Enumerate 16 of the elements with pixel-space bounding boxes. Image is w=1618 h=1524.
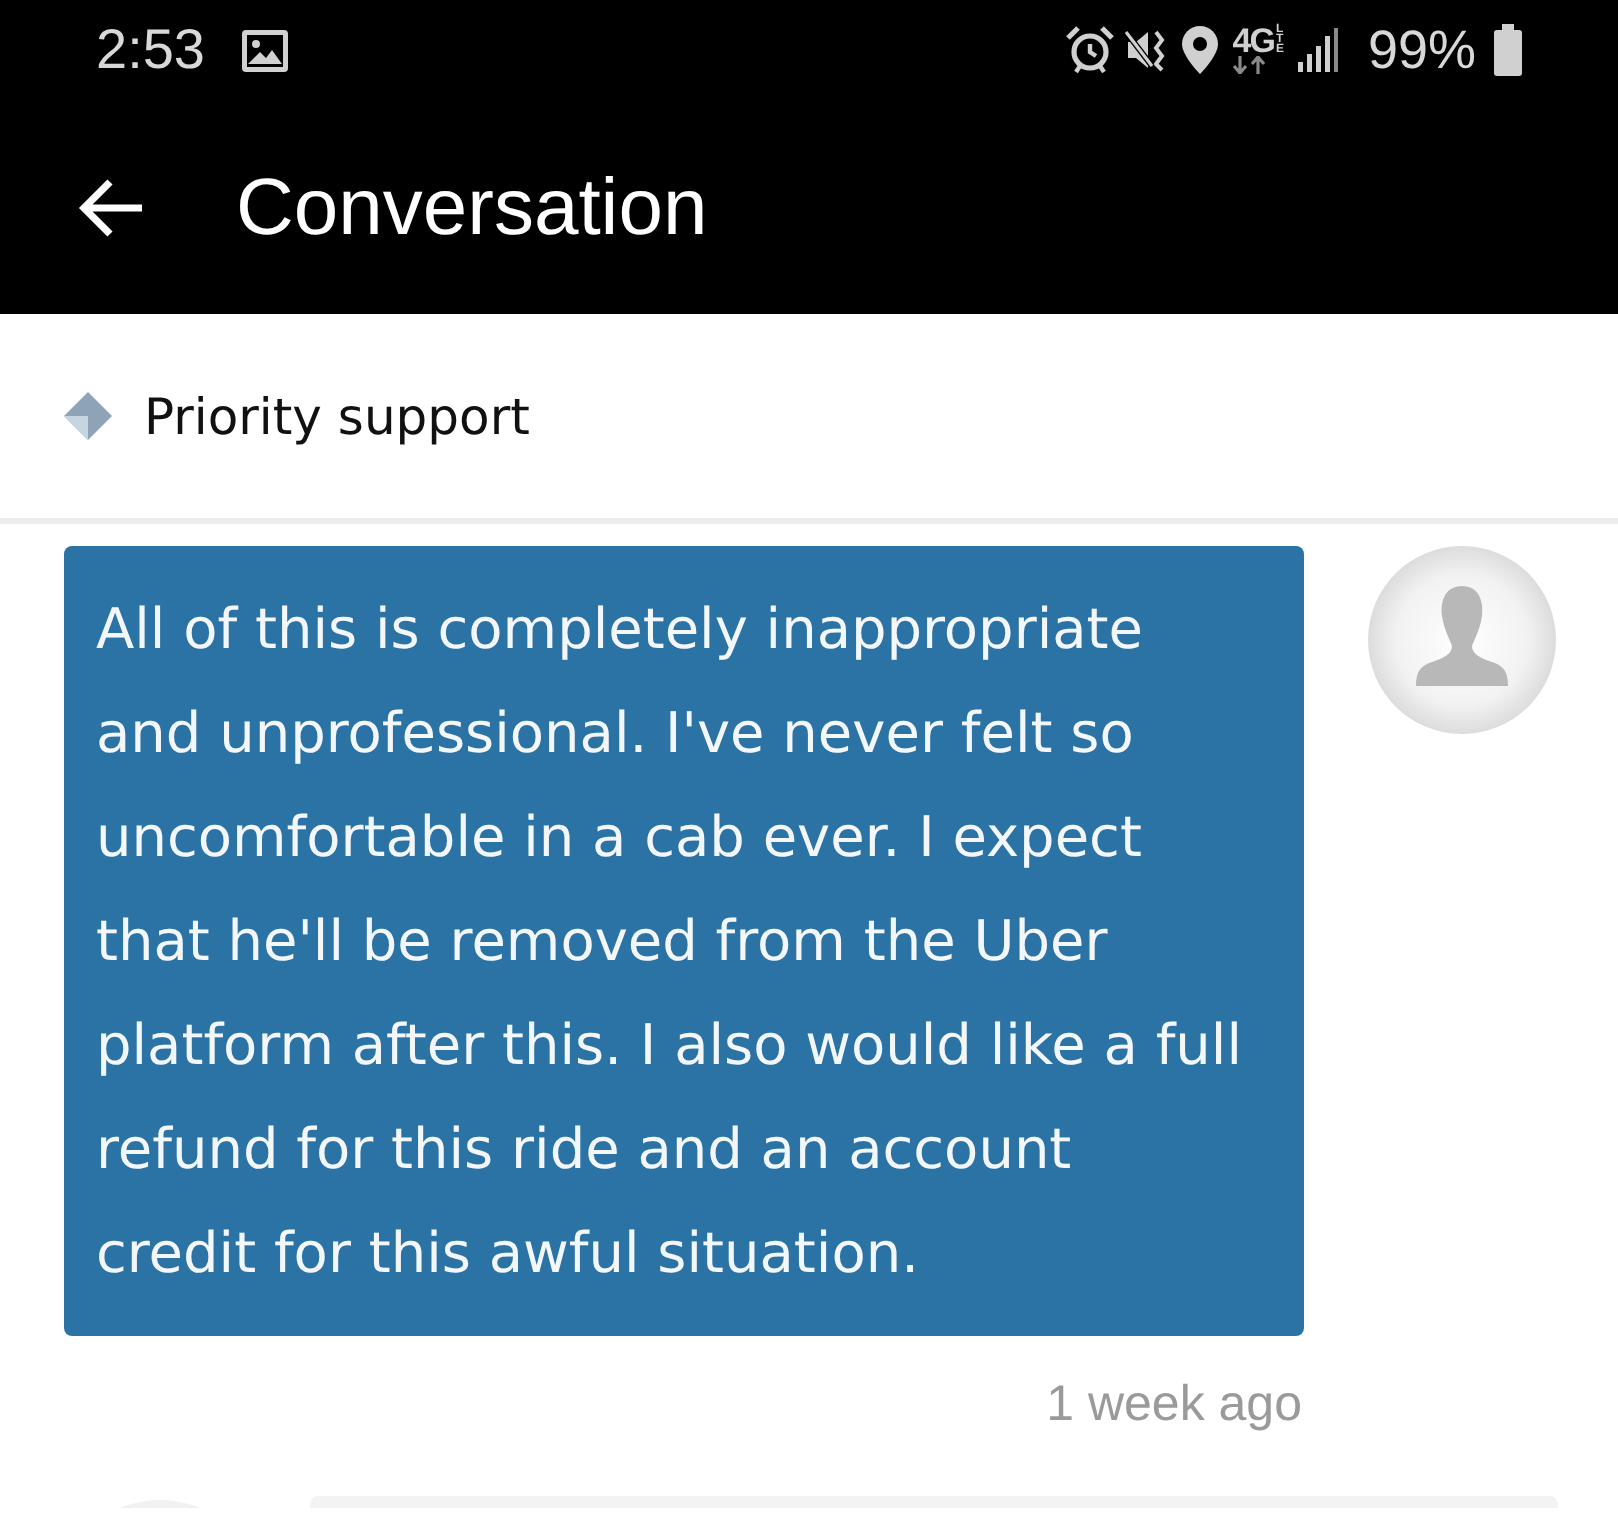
battery-percentage: 99%	[1367, 23, 1476, 77]
data-activity-icon	[1232, 56, 1269, 74]
alarm-icon	[1066, 26, 1115, 74]
diamond-icon	[64, 392, 112, 440]
screen-title: Conversation	[236, 167, 708, 247]
message-timestamp: 1 week ago	[1046, 1380, 1302, 1430]
signal-strength-icon	[1297, 28, 1338, 72]
clock-time: 2:53	[96, 22, 205, 78]
message-bubble: All of this is completely inappropriate and unprofessional. I've never felt so uncomfortable in a cab ever. I expect that he'll be removed from the Uber platform after this. I also would like a full refund for this ride and an account credit for this awful situation.	[64, 546, 1304, 1336]
support-tier-label: Priority support	[144, 391, 530, 441]
avatar-icon	[1368, 546, 1556, 734]
image-icon	[241, 29, 287, 71]
location-pin-icon	[1182, 26, 1219, 74]
battery-icon	[1494, 24, 1522, 76]
back-arrow-icon	[78, 177, 146, 237]
network-type-label: 4G	[1232, 26, 1274, 56]
